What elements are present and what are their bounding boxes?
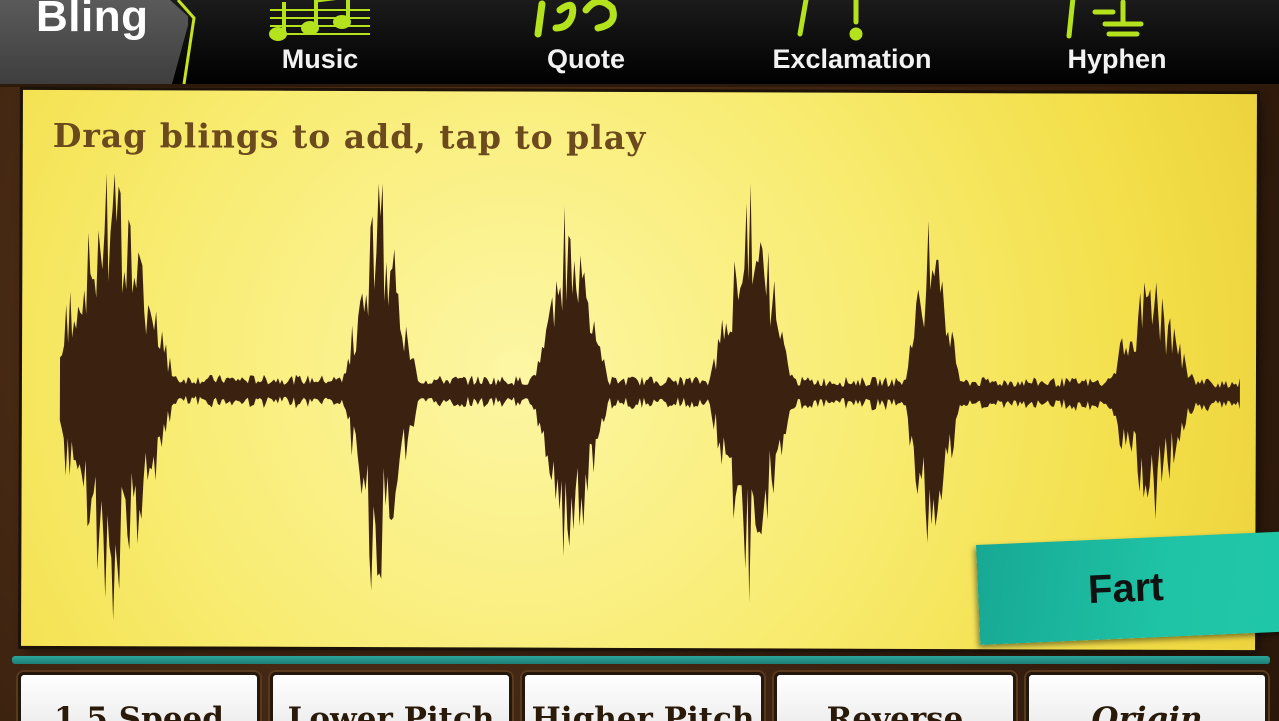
app-title: Bling (36, 0, 149, 41)
category-label: Music (281, 44, 359, 74)
sound-tag-label: Fart (1087, 564, 1165, 613)
tab-separator-icon (176, 0, 196, 84)
category-quote[interactable]: Quote (486, 0, 686, 84)
divider (12, 656, 1270, 664)
category-bar: Bling Music Quote Exclamation Hyphen (0, 0, 1279, 87)
category-label: Exclamation (772, 44, 932, 74)
effect-button-label: Reverse (826, 701, 964, 721)
category-music[interactable]: Music (220, 0, 420, 84)
lower-pitch-button[interactable]: Lower Pitch (270, 672, 512, 721)
higher-pitch-button[interactable]: Higher Pitch (522, 672, 764, 721)
effect-button-label: 1.5 Speed (54, 701, 224, 721)
effect-button-label: Origin (1091, 701, 1203, 721)
origin-button[interactable]: Origin (1026, 672, 1268, 721)
quote-icon (534, 0, 617, 38)
app-screen: Bling Music Quote Exclamation Hyphen Dra… (0, 0, 1279, 721)
effect-button-label: Higher Pitch (531, 701, 755, 721)
effect-bar: 1.5 Speed Lower Pitch Higher Pitch Rever… (0, 668, 1279, 721)
music-notes-icon (269, 0, 370, 41)
reverse-button[interactable]: Reverse (774, 672, 1016, 721)
exclamation-icon (797, 0, 863, 41)
effect-button-label: Lower Pitch (287, 701, 495, 721)
hyphen-icon (1066, 0, 1144, 39)
category-label: Quote (547, 44, 625, 74)
sound-tag[interactable]: Fart (975, 531, 1279, 645)
speed-button[interactable]: 1.5 Speed (18, 672, 260, 721)
category-exclamation[interactable]: Exclamation (752, 0, 952, 84)
category-label: Hyphen (1067, 44, 1167, 74)
category-hyphen[interactable]: Hyphen (1017, 0, 1217, 84)
